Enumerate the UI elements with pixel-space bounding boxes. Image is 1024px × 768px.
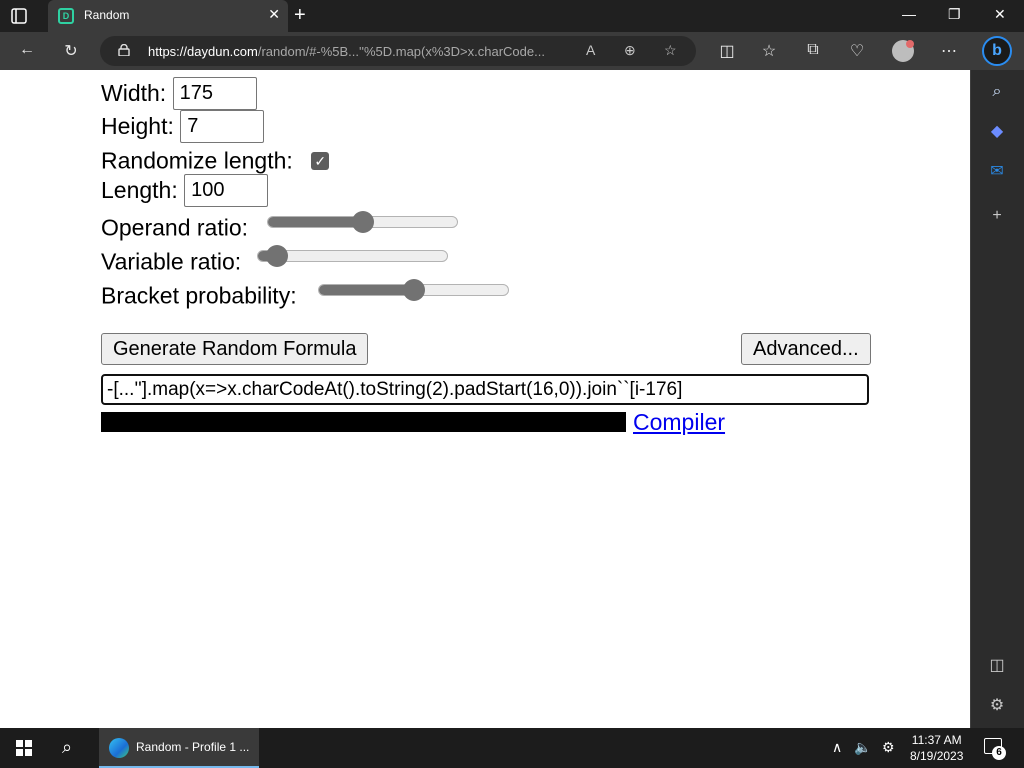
minimize-icon[interactable]: —	[902, 6, 916, 22]
length-label: Length:	[101, 177, 178, 203]
tab-actions-icon[interactable]	[10, 7, 28, 25]
width-row: Width:	[101, 77, 257, 110]
close-window-icon[interactable]: ✕	[994, 6, 1006, 23]
clock-date: 8/19/2023	[910, 749, 964, 763]
bracket-probability-slider-thumb[interactable]	[403, 279, 425, 301]
performance-icon[interactable]: ♡	[846, 41, 868, 61]
operand-ratio-row: Operand ratio:	[101, 213, 248, 241]
sidebar-search-icon[interactable]: ⌕	[987, 82, 1007, 102]
sidebar-hide-icon[interactable]: ◫	[987, 656, 1007, 676]
taskbar-search-icon[interactable]: ⌕	[62, 737, 72, 758]
restore-icon[interactable]: ❐	[948, 6, 961, 23]
taskbar-app-label: Random - Profile 1 ...	[136, 740, 250, 754]
browser-tab-strip: D Random ✕ + — ❐ ✕	[0, 0, 1024, 32]
formula-render-area	[101, 412, 626, 432]
network-settings-icon[interactable]: ⚙	[882, 739, 895, 756]
tab-title: Random	[84, 8, 130, 22]
operand-ratio-label: Operand ratio:	[101, 214, 249, 241]
sidebar-copilot-icon[interactable]: ◆	[987, 122, 1007, 142]
zoom-icon[interactable]: ⊕	[624, 42, 636, 59]
edge-sidebar: ⌕ ◆ ✉ + ◫ ⚙	[970, 70, 1024, 728]
randomize-length-checkbox[interactable]: ✓	[311, 151, 330, 170]
close-tab-icon[interactable]: ✕	[268, 6, 280, 23]
formula-output-field[interactable]: -[...''].map(x=>x.charCodeAt().toString(…	[101, 374, 869, 405]
browser-toolbar: ← ↻ https://daydun.com/random/#-%5B...''…	[0, 32, 1024, 70]
variable-ratio-row: Variable ratio:	[101, 247, 241, 275]
operand-ratio-slider[interactable]	[267, 211, 458, 233]
length-input[interactable]	[184, 174, 269, 207]
length-row: Length:	[101, 174, 269, 207]
back-icon[interactable]: ←	[16, 41, 38, 59]
height-input[interactable]	[180, 110, 265, 143]
favorite-star-icon[interactable]: ☆	[664, 42, 677, 59]
address-url: https://daydun.com/random/#-%5B...''%5D.…	[148, 44, 545, 59]
clock-time: 11:37 AM	[911, 733, 962, 747]
randomize-length-label: Randomize length:	[101, 147, 293, 174]
favorites-icon[interactable]: ☆	[758, 41, 780, 61]
variable-ratio-label: Variable ratio:	[101, 248, 242, 275]
site-favicon-icon: D	[58, 8, 74, 24]
page-content: Width: Height: Randomize length: ✓ Lengt…	[0, 70, 970, 728]
variable-ratio-slider-thumb[interactable]	[266, 245, 288, 267]
height-label: Height:	[101, 113, 174, 139]
taskbar-clock[interactable]: 11:37 AM 8/19/2023	[910, 732, 963, 764]
sidebar-settings-icon[interactable]: ⚙	[987, 696, 1007, 716]
operand-ratio-slider-thumb[interactable]	[352, 211, 374, 233]
edge-browser-icon	[109, 738, 129, 758]
compiler-link[interactable]: Compiler	[633, 409, 725, 436]
tray-chevron-up-icon[interactable]: ∧	[832, 739, 842, 756]
width-input[interactable]	[172, 77, 257, 110]
variable-ratio-slider[interactable]	[257, 245, 448, 267]
sidebar-add-icon[interactable]: +	[987, 206, 1007, 226]
profile-status-dot	[906, 40, 914, 48]
windows-start-icon[interactable]	[16, 740, 32, 756]
height-row: Height:	[101, 110, 265, 143]
bracket-probability-slider-fill	[319, 285, 414, 295]
more-menu-icon[interactable]: ⋯	[938, 41, 960, 61]
randomize-length-row: Randomize length: ✓	[101, 146, 330, 174]
bracket-probability-row: Bracket probability:	[101, 281, 297, 309]
read-aloud-icon[interactable]: A	[586, 42, 595, 58]
collections-icon[interactable]: ⧉	[802, 41, 824, 59]
windows-taskbar: ⌕ Random - Profile 1 ... ∧ 🔈 ⚙ 11:37 AM …	[0, 728, 1024, 768]
browser-tab[interactable]: D Random ✕	[48, 0, 288, 32]
notification-count-badge: 6	[992, 746, 1006, 760]
split-screen-icon[interactable]: ◫	[716, 41, 738, 61]
operand-ratio-slider-fill	[268, 217, 363, 227]
advanced-button[interactable]: Advanced...	[741, 333, 871, 365]
volume-icon[interactable]: 🔈	[854, 739, 871, 756]
new-tab-icon[interactable]: +	[294, 4, 306, 27]
bing-copilot-icon[interactable]: b	[982, 36, 1012, 66]
bracket-probability-slider[interactable]	[318, 279, 509, 301]
sidebar-outlook-icon[interactable]: ✉	[987, 162, 1007, 182]
taskbar-edge-app[interactable]: Random - Profile 1 ...	[99, 728, 259, 768]
bracket-probability-label: Bracket probability:	[101, 282, 297, 309]
lock-icon	[118, 44, 130, 56]
refresh-icon[interactable]: ↻	[60, 41, 82, 61]
address-bar[interactable]: https://daydun.com/random/#-%5B...''%5D.…	[100, 36, 696, 66]
generate-random-formula-button[interactable]: Generate Random Formula	[101, 333, 369, 365]
width-label: Width:	[101, 80, 167, 106]
